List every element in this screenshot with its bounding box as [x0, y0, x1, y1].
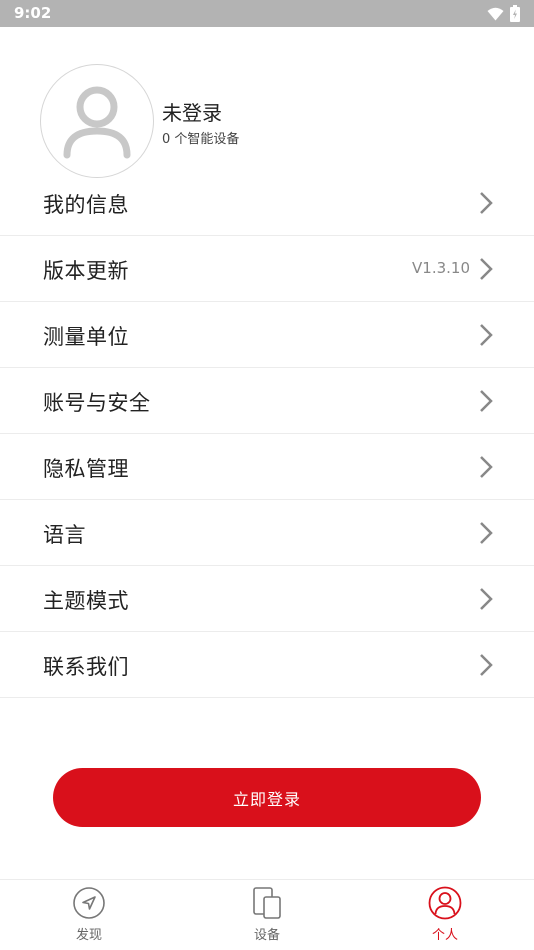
menu-item-label: 版本更新	[43, 259, 129, 283]
status-time: 9:02	[14, 4, 52, 22]
menu-item-label: 隐私管理	[43, 457, 129, 481]
menu-item-label: 我的信息	[43, 193, 129, 217]
menu-item-language[interactable]: 语言	[0, 500, 534, 566]
tab-discover[interactable]: 发现	[44, 886, 134, 946]
menu-item-label: 联系我们	[43, 655, 129, 679]
menu-item-account-security[interactable]: 账号与安全	[0, 368, 534, 434]
username: 未登录	[162, 101, 222, 125]
default-user-icon	[63, 86, 131, 159]
menu-item-my-info[interactable]: 我的信息	[0, 170, 534, 236]
status-icons	[487, 4, 520, 23]
tab-label: 发现	[75, 928, 102, 943]
tab-profile[interactable]: 个人	[400, 886, 490, 946]
avatar[interactable]	[40, 64, 154, 178]
tab-label: 设备	[253, 928, 280, 943]
bottom-tab-bar: 发现 设备 个人	[0, 879, 534, 950]
chevron-right-icon	[480, 192, 493, 214]
tab-label: 个人	[431, 928, 458, 943]
menu-item-label: 主题模式	[43, 589, 129, 613]
login-button[interactable]: 立即登录	[53, 768, 481, 827]
chevron-right-icon	[480, 654, 493, 676]
menu-item-measurement-unit[interactable]: 测量单位	[0, 302, 534, 368]
compass-icon	[73, 887, 105, 919]
chevron-right-icon	[480, 258, 493, 280]
login-button-label: 立即登录	[232, 789, 301, 809]
status-bar: 9:02	[0, 0, 534, 27]
settings-menu: 我的信息 版本更新 V1.3.10 测量单位 账号与安全 隐私管理 语言 主题模…	[0, 170, 534, 698]
menu-item-contact-us[interactable]: 联系我们	[0, 632, 534, 698]
devices-icon	[253, 887, 281, 919]
menu-item-label: 账号与安全	[43, 391, 151, 415]
device-count: 0 个智能设备	[162, 132, 240, 147]
profile-header[interactable]: 未登录 0 个智能设备	[0, 27, 534, 178]
chevron-right-icon	[480, 390, 493, 412]
menu-item-label: 语言	[43, 523, 86, 547]
wifi-icon	[487, 7, 504, 20]
tab-devices[interactable]: 设备	[222, 886, 312, 946]
chevron-right-icon	[480, 324, 493, 346]
chevron-right-icon	[480, 588, 493, 610]
version-value: V1.3.10	[412, 259, 470, 277]
battery-icon	[510, 5, 520, 22]
chevron-right-icon	[480, 456, 493, 478]
chevron-right-icon	[480, 522, 493, 544]
menu-item-version-update[interactable]: 版本更新 V1.3.10	[0, 236, 534, 302]
menu-item-theme[interactable]: 主题模式	[0, 566, 534, 632]
menu-item-label: 测量单位	[43, 325, 129, 349]
person-icon	[428, 886, 462, 920]
menu-item-privacy[interactable]: 隐私管理	[0, 434, 534, 500]
